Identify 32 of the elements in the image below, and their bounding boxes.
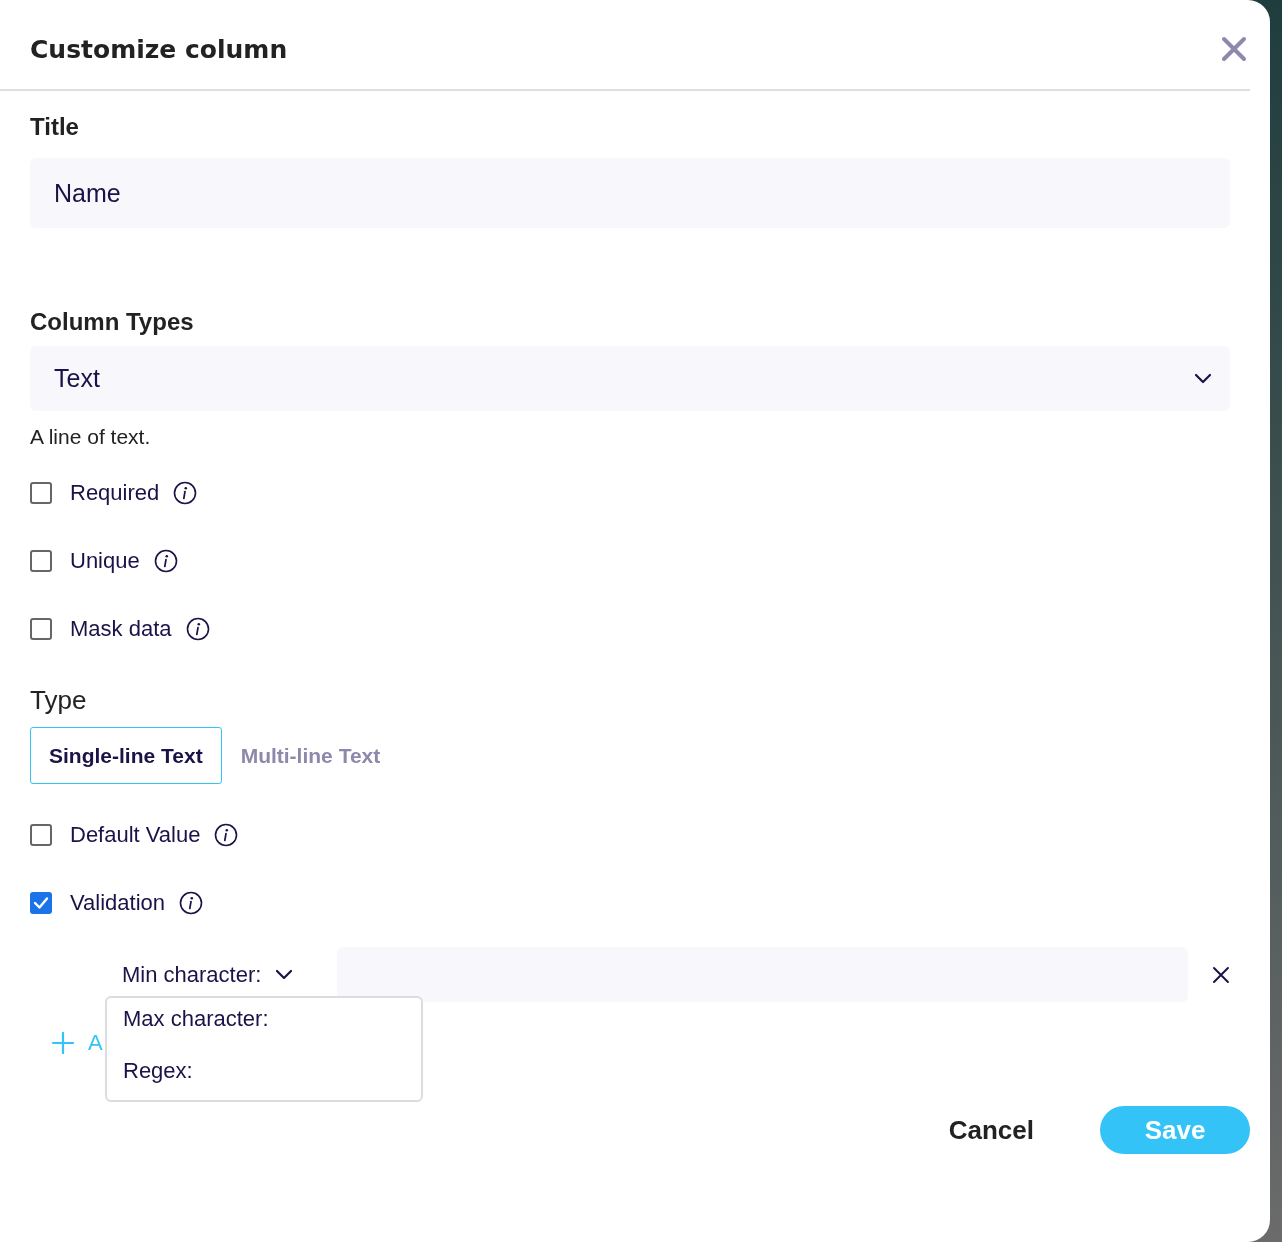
info-icon[interactable] xyxy=(214,823,239,847)
checkbox-label: Default Value xyxy=(70,822,201,848)
checkbox-label: Unique xyxy=(70,548,140,574)
field-label: Column Types xyxy=(30,308,195,337)
checkbox[interactable] xyxy=(30,550,52,572)
checkbox-label: Required xyxy=(70,480,160,506)
column-type-select[interactable]: Text xyxy=(30,346,1230,411)
info-icon[interactable] xyxy=(153,549,178,573)
info-icon[interactable] xyxy=(173,481,198,505)
info-icon[interactable] xyxy=(179,891,203,915)
field-label: Type xyxy=(30,685,88,717)
close-icon[interactable] xyxy=(1212,965,1230,984)
checkbox-label: Validation xyxy=(70,890,165,916)
type-tab[interactable]: Single-line Text xyxy=(30,727,222,784)
checkbox-label: Mask data xyxy=(70,616,172,642)
info-icon[interactable] xyxy=(185,617,210,641)
rule-value-field[interactable] xyxy=(337,947,1189,1002)
rule-selector[interactable]: Min character: xyxy=(122,961,337,988)
dialog-title: Customize column xyxy=(30,35,288,64)
checkbox[interactable] xyxy=(30,618,52,640)
cancel-button[interactable]: Cancel xyxy=(922,1114,1060,1146)
chevron-down-icon xyxy=(275,968,294,981)
description-text: A line of text. xyxy=(30,425,152,450)
checkbox[interactable] xyxy=(30,892,52,914)
menu-item[interactable]: Max character: xyxy=(107,1006,421,1058)
title-field[interactable]: Name xyxy=(30,158,1230,228)
checkmark-icon xyxy=(33,896,49,910)
field-label: Title xyxy=(30,113,80,142)
chevron-down-icon xyxy=(1194,372,1212,385)
checkbox[interactable] xyxy=(30,482,52,504)
checkbox[interactable] xyxy=(30,824,52,846)
menu-item[interactable]: Regex: xyxy=(107,1058,421,1110)
